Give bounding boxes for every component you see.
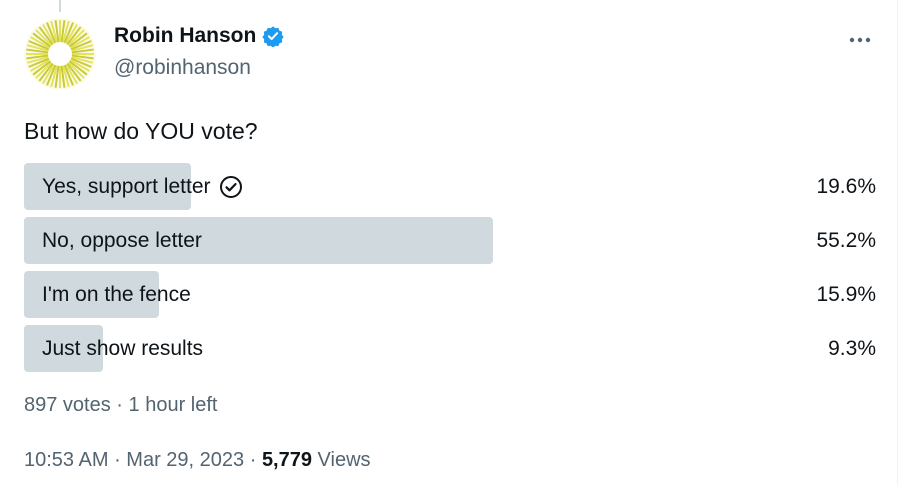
tweet-timestamp-row: 10:53 AM · Mar 29, 2023 · 5,779 Views — [24, 449, 371, 472]
author-name-row: Robin Hanson — [114, 24, 284, 48]
poll-option-text: Yes, support letter — [42, 174, 211, 198]
poll-option-text: No, oppose letter — [42, 228, 202, 252]
views-label: Views — [312, 449, 371, 471]
selected-check-icon — [219, 175, 243, 199]
sunburst-avatar-icon — [24, 18, 96, 90]
tweet-time[interactable]: 10:53 AM — [24, 449, 109, 471]
author-display-name[interactable]: Robin Hanson — [114, 24, 256, 48]
verified-badge-icon[interactable] — [262, 25, 284, 48]
meta-separator: · — [244, 449, 262, 471]
column-divider — [897, 0, 898, 484]
tweet-text: But how do YOU vote? — [24, 118, 258, 144]
avatar[interactable] — [24, 18, 96, 90]
poll-option-label: Yes, support letter — [42, 163, 243, 210]
poll-option-label: No, oppose letter — [42, 217, 202, 264]
poll-option-percent: 19.6% — [816, 174, 876, 198]
meta-separator: · — [110, 394, 129, 416]
more-dots-icon — [849, 37, 871, 43]
poll-meta: 897 votes · 1 hour left — [24, 394, 217, 417]
poll-option-percent: 55.2% — [816, 228, 876, 252]
tweet-date[interactable]: Mar 29, 2023 — [126, 449, 244, 471]
poll-option-label: I'm on the fence — [42, 271, 191, 318]
poll: Yes, support letter 19.6% No, oppose let… — [24, 163, 876, 379]
poll-option[interactable]: No, oppose letter 55.2% — [24, 217, 876, 264]
poll-vote-count: 897 votes — [24, 394, 111, 416]
thread-connector-line — [59, 0, 61, 12]
poll-time-left: 1 hour left — [128, 394, 218, 416]
poll-option-text: I'm on the fence — [42, 282, 191, 306]
poll-option-percent: 9.3% — [828, 336, 876, 360]
more-options-button[interactable] — [846, 26, 874, 54]
author-handle[interactable]: @robinhanson — [114, 56, 251, 80]
meta-separator: · — [108, 449, 127, 471]
poll-option[interactable]: I'm on the fence 15.9% — [24, 271, 876, 318]
poll-option-percent: 15.9% — [816, 282, 876, 306]
poll-option-label: Just show results — [42, 325, 203, 372]
poll-option-text: Just show results — [42, 336, 204, 360]
views-count[interactable]: 5,779 — [262, 449, 312, 471]
poll-option[interactable]: Yes, support letter 19.6% — [24, 163, 876, 210]
poll-option[interactable]: Just show results 9.3% — [24, 325, 876, 372]
